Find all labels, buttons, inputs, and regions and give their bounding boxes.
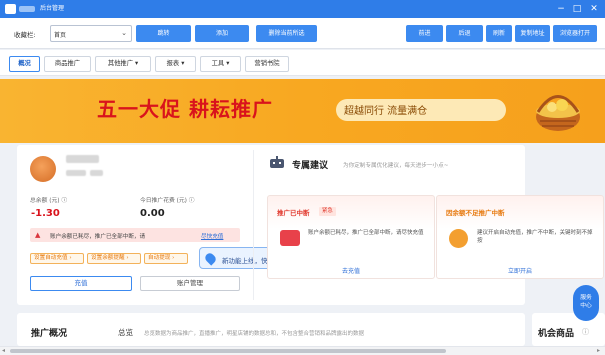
fab-line-1: 服务 bbox=[580, 295, 592, 301]
robot-icon bbox=[270, 156, 284, 168]
card-divider bbox=[253, 150, 254, 300]
fab-line-2: 中心 bbox=[580, 303, 592, 309]
auto-recharge-pill[interactable]: 设置自动充值 › bbox=[30, 253, 84, 264]
scroll-right-icon[interactable]: ▸ bbox=[597, 347, 600, 355]
refresh-button[interactable]: 刷新 bbox=[486, 25, 512, 42]
go-recharge-link[interactable]: 去充值 bbox=[268, 266, 434, 275]
suggestion-card-desc: 账户余额已耗尽，推广已全部中断，请尽快充值 bbox=[308, 230, 424, 236]
suggestion-card-interrupted[interactable]: 推广已中断 紧急 账户余额已耗尽，推广已全部中断，请尽快充值 去充值 bbox=[267, 195, 435, 279]
balance-label: 总余额 (元) ⓘ bbox=[30, 198, 68, 204]
suggestion-card-title: 推广已中断 bbox=[277, 209, 310, 217]
add-button[interactable]: 添加 bbox=[195, 25, 249, 42]
promo-overview-card: 推广概况 总览 总览数据为商品推广，直播推广，明星店铺的数据总和，不包含整合营销… bbox=[17, 313, 525, 346]
balance-warning: ▲ 账户余额已耗尽，推广已全部中断，请 尽快充值 bbox=[30, 228, 240, 242]
app-window: 后台管理 − □ ✕ 收藏栏: 首页 ⌄ 跳转 添加 删除当前所选 前进 后退 … bbox=[0, 0, 605, 355]
tab-reports[interactable]: 报表 ▾ bbox=[155, 56, 196, 72]
suggestion-desc: 为你定制专属优化建议，每天进步一小点~ bbox=[343, 163, 449, 169]
shop-meta-redacted-2 bbox=[90, 170, 103, 176]
shop-name-redacted bbox=[66, 155, 99, 163]
maximize-icon[interactable]: □ bbox=[571, 3, 583, 15]
balance-alert-pill[interactable]: 设置余额提醒 › bbox=[87, 253, 141, 264]
today-spend-value: 0.00 bbox=[140, 208, 165, 219]
suggestion-title: 专属建议 bbox=[292, 161, 329, 171]
chevron-down-icon: ⌄ bbox=[121, 29, 127, 37]
tab-marketing-academy[interactable]: 营销书院 bbox=[245, 56, 289, 72]
jump-button[interactable]: 跳转 bbox=[136, 25, 191, 42]
open-in-browser-button[interactable]: 浏览器打开 bbox=[553, 25, 597, 42]
tab-product-promotion[interactable]: 商品推广 bbox=[44, 56, 91, 72]
window-title: 后台管理 bbox=[40, 5, 65, 12]
delete-selected-button[interactable]: 删除当前所选 bbox=[256, 25, 317, 42]
scrollbar-thumb[interactable] bbox=[10, 349, 446, 353]
service-center-button[interactable]: 服务 中心 bbox=[573, 285, 599, 321]
favorites-label: 收藏栏: bbox=[14, 31, 36, 39]
app-icon bbox=[5, 4, 16, 14]
scroll-left-icon[interactable]: ◂ bbox=[2, 347, 5, 355]
tab-overview[interactable]: 概况 bbox=[9, 56, 40, 72]
favorites-select-value: 首页 bbox=[54, 32, 67, 39]
app-name-redacted bbox=[19, 6, 35, 12]
shop-meta-redacted bbox=[66, 170, 86, 176]
avatar bbox=[30, 156, 56, 182]
info-icon[interactable]: ⓘ bbox=[582, 327, 589, 337]
promo-overview-title: 推广概况 bbox=[31, 329, 68, 339]
suggestion-card-desc: 建议开启自动充值，推广不中断，关键时刻不掉按 bbox=[477, 230, 593, 244]
recharge-now-link[interactable]: 尽快充值 bbox=[201, 232, 223, 240]
urgent-badge: 紧急 bbox=[319, 207, 336, 216]
back-nav-button[interactable]: 后退 bbox=[446, 25, 483, 42]
recharge-button[interactable]: 充值 bbox=[30, 276, 132, 291]
suggestion-card-title: 因余额不足推广中断 bbox=[446, 209, 505, 217]
wallet-icon bbox=[280, 230, 300, 246]
banner-subline: 超越同行 流量满仓 bbox=[344, 106, 428, 117]
basket-icon bbox=[536, 95, 580, 131]
today-spend-label: 今日推广花费 (元) ⓘ bbox=[140, 198, 195, 204]
tab-tools[interactable]: 工具 ▾ bbox=[200, 56, 241, 72]
balance-value: -1.30 bbox=[31, 208, 60, 219]
tab-other-promotion[interactable]: 其他推广 ▾ bbox=[95, 56, 151, 72]
banner-background bbox=[0, 79, 605, 143]
promo-banner[interactable]: 五一大促 耕耘推广 超越同行 流量满仓 bbox=[0, 79, 605, 143]
favorites-select[interactable]: 首页 ⌄ bbox=[50, 25, 132, 42]
warning-text: 账户余额已耗尽，推广已全部中断，请 bbox=[50, 234, 146, 240]
toolbar: 收藏栏: 首页 ⌄ 跳转 添加 删除当前所选 前进 后退 刷新 复制地址 浏览器… bbox=[0, 18, 605, 49]
summary-label: 总览 bbox=[118, 328, 133, 337]
minimize-icon[interactable]: − bbox=[555, 3, 567, 15]
horizontal-scrollbar[interactable]: ◂ ▸ bbox=[0, 346, 605, 355]
coin-icon bbox=[449, 229, 468, 248]
close-icon[interactable]: ✕ bbox=[588, 3, 600, 15]
location-pin-icon bbox=[203, 251, 218, 266]
warning-icon: ▲ bbox=[35, 231, 41, 239]
title-bar: 后台管理 − □ ✕ bbox=[0, 0, 605, 18]
account-manage-button[interactable]: 账户管理 bbox=[140, 276, 240, 291]
enable-now-link[interactable]: 立即开启 bbox=[437, 266, 603, 275]
summary-desc: 总览数据为商品推广，直播推广，明星店铺的数据总和，不包含整合营销和品牌露出的数据 bbox=[144, 331, 365, 337]
forward-nav-button[interactable]: 前进 bbox=[406, 25, 443, 42]
nav-tabs: 概况 商品推广 其他推广 ▾ 报表 ▾ 工具 ▾ 营销书院 bbox=[0, 50, 605, 76]
copy-url-button[interactable]: 复制地址 bbox=[515, 25, 550, 42]
suggestion-card-low-balance[interactable]: 因余额不足推广中断 建议开启自动充值，推广不中断，关键时刻不掉按 立即开启 bbox=[436, 195, 604, 279]
opportunity-title: 机会商品 bbox=[538, 329, 575, 339]
banner-headline: 五一大促 耕耘推广 bbox=[97, 97, 273, 121]
auto-withdraw-pill[interactable]: 自动提现 › bbox=[144, 253, 188, 264]
